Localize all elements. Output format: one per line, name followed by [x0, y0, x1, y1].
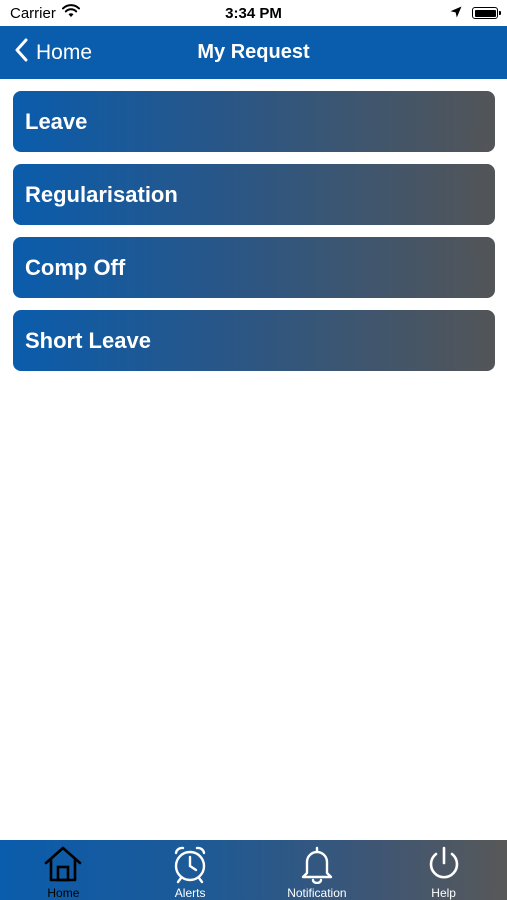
power-icon [424, 844, 464, 884]
back-label: Home [36, 40, 93, 64]
chevron-left-icon [14, 38, 28, 68]
home-icon [43, 844, 83, 884]
tab-label: Notification [287, 886, 347, 900]
request-item-label: Regularisation [25, 181, 178, 207]
request-item-regularisation[interactable]: Regularisation [13, 164, 495, 225]
bell-icon [297, 844, 337, 884]
alarm-clock-icon [170, 844, 210, 884]
request-item-label: Leave [25, 108, 88, 134]
tab-label: Home [47, 886, 80, 900]
tab-label: Alerts [174, 886, 206, 900]
status-right [450, 5, 501, 22]
status-bar: Carrier 3:34 PM [0, 0, 507, 26]
battery-fill [474, 9, 496, 17]
tab-alerts[interactable]: Alerts [127, 840, 254, 900]
request-item-leave[interactable]: Leave [13, 91, 495, 152]
tab-notification[interactable]: Notification [254, 840, 381, 900]
status-left: Carrier [10, 4, 80, 22]
back-button[interactable]: Home [14, 26, 92, 79]
tab-help[interactable]: Help [380, 840, 507, 900]
tab-label: Help [431, 886, 456, 900]
location-arrow-icon [450, 5, 462, 22]
nav-bar: Home My Request [0, 26, 507, 79]
wifi-icon [61, 4, 80, 22]
request-item-comp-off[interactable]: Comp Off [13, 237, 495, 298]
carrier-label: Carrier [10, 4, 56, 22]
request-item-short-leave[interactable]: Short Leave [13, 310, 495, 371]
screen: Carrier 3:34 PM Home My Request Leave Re… [0, 0, 507, 900]
tab-bar: Home Alerts Notification Help [0, 840, 507, 900]
request-list: Leave Regularisation Comp Off Short Leav… [13, 91, 495, 383]
request-item-label: Comp Off [25, 254, 126, 280]
battery-icon [472, 7, 501, 19]
request-item-label: Short Leave [25, 327, 151, 353]
tab-home[interactable]: Home [0, 840, 127, 900]
